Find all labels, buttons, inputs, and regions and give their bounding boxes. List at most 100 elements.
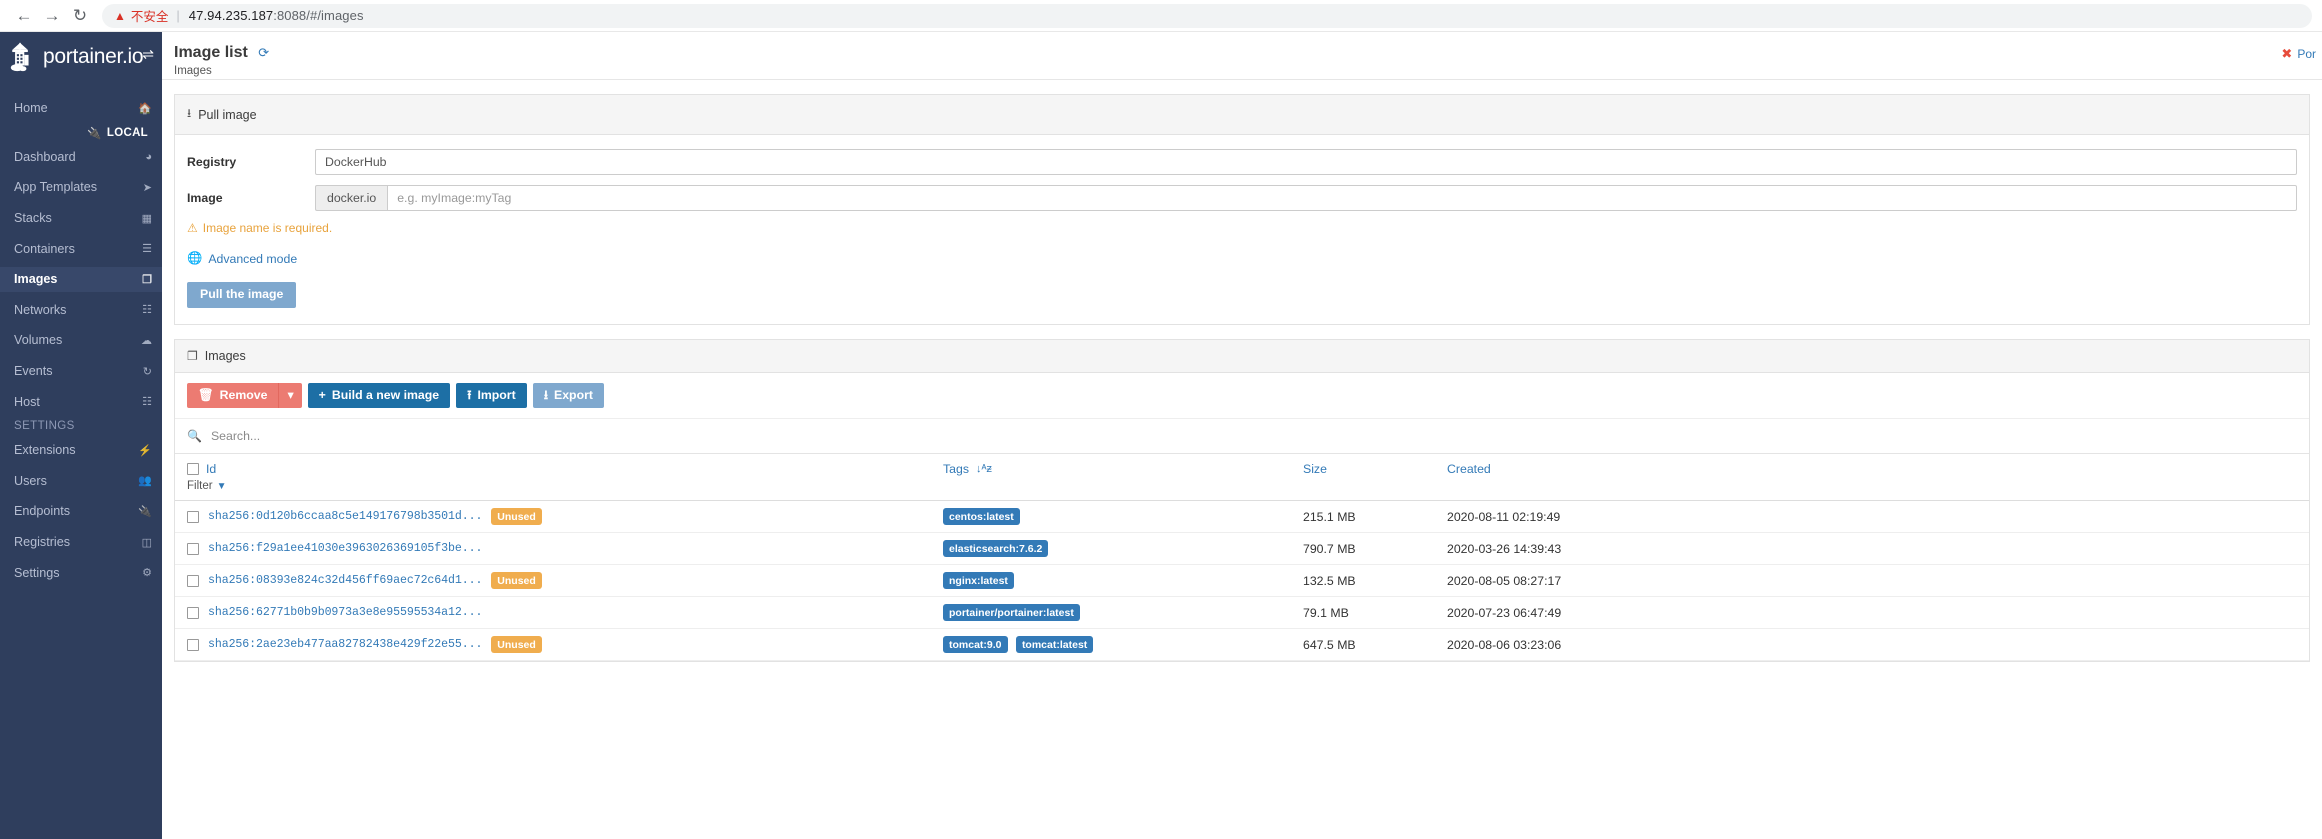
cell-created: 2020-07-23 06:47:49 xyxy=(1447,597,2309,629)
column-header-size[interactable]: Size xyxy=(1303,454,1447,501)
export-label: Export xyxy=(554,389,593,403)
tag-badge[interactable]: nginx:latest xyxy=(943,572,1014,589)
trash-icon: 🗑 xyxy=(198,389,214,403)
id-filter-control[interactable]: Filter ▼ xyxy=(187,480,943,492)
cell-tags: elasticsearch:7.6.2 xyxy=(943,533,1303,565)
image-id-link[interactable]: sha256:f29a1ee41030e3963026369105f3be... xyxy=(208,542,482,555)
sidebar-item-users[interactable]: Users 👥 xyxy=(0,469,162,494)
table-row[interactable]: sha256:08393e824c32d456ff69aec72c64d1...… xyxy=(175,565,2309,597)
remove-button[interactable]: 🗑 Remove xyxy=(187,383,278,409)
browser-toolbar: ← → ↻ ▲ 不安全 | 47.94.235.187:8088/#/image… xyxy=(0,0,2322,32)
registry-select[interactable] xyxy=(315,149,2297,175)
pull-the-image-button[interactable]: Pull the image xyxy=(187,282,296,308)
sidebar-collapse-icon[interactable]: ⇌ xyxy=(142,46,154,63)
image-id-link[interactable]: sha256:0d120b6ccaa8c5e149176798b3501d... xyxy=(208,510,482,523)
sidebar-item-label: Images xyxy=(14,272,57,286)
images-table-head: Id Filter ▼ Tags ↓ᴬᵶ xyxy=(175,454,2309,501)
table-row[interactable]: sha256:f29a1ee41030e3963026369105f3be...… xyxy=(175,533,2309,565)
row-checkbox[interactable] xyxy=(187,607,199,619)
images-icon: ❐ xyxy=(187,349,198,363)
column-header-tags[interactable]: Tags ↓ᴬᵶ xyxy=(943,454,1303,501)
id-header-inner: Id xyxy=(187,462,943,476)
table-row[interactable]: sha256:2ae23eb477aa82782438e429f22e55...… xyxy=(175,629,2309,661)
status-badge: Unused xyxy=(491,572,542,589)
tag-badge[interactable]: tomcat:9.0 xyxy=(943,636,1008,653)
sidebar-item-settings[interactable]: Settings ⚙ xyxy=(0,560,162,585)
image-name-input[interactable] xyxy=(387,185,2297,211)
row-checkbox[interactable] xyxy=(187,639,199,651)
import-button[interactable]: ⭱ Import xyxy=(456,383,527,409)
sidebar-item-containers[interactable]: Containers ☰ xyxy=(0,236,162,261)
sidebar-item-label: Host xyxy=(14,395,40,409)
back-arrow-icon[interactable]: ← xyxy=(10,2,38,30)
sidebar-item-label: Home xyxy=(14,101,48,115)
images-panel-title: Images xyxy=(205,349,246,363)
export-button[interactable]: ⭳ Export xyxy=(533,383,604,409)
brand-logo[interactable]: portainer.io ⇌ xyxy=(0,32,162,82)
address-bar[interactable]: ▲ 不安全 | 47.94.235.187:8088/#/images xyxy=(102,4,2312,28)
sidebar-item-endpoints[interactable]: Endpoints 🔌 xyxy=(0,499,162,524)
networks-icon: ☷ xyxy=(142,303,152,316)
sidebar-item-label: Settings xyxy=(14,566,60,580)
image-id-link[interactable]: sha256:08393e824c32d456ff69aec72c64d1... xyxy=(208,574,482,587)
sidebar-item-app-templates[interactable]: App Templates ➤ xyxy=(0,175,162,200)
images-table: Id Filter ▼ Tags ↓ᴬᵶ xyxy=(175,454,2309,661)
header-user-area[interactable]: ✖ Por xyxy=(2281,46,2316,62)
row-checkbox[interactable] xyxy=(187,511,199,523)
pull-image-panel: ⭳ Pull image Registry Image xyxy=(174,94,2310,325)
logout-icon[interactable]: ✖ xyxy=(2281,46,2292,62)
sidebar-item-volumes[interactable]: Volumes ☁ xyxy=(0,328,162,353)
search-icon: 🔍 xyxy=(187,429,202,443)
advanced-mode-toggle[interactable]: 🌐 Advanced mode xyxy=(175,251,309,266)
warning-triangle-icon: ⚠ xyxy=(187,221,198,235)
sidebar-item-extensions[interactable]: Extensions ⚡ xyxy=(0,438,162,463)
remove-dropdown-button[interactable]: ▾ xyxy=(278,383,301,409)
tags-header-inner: Tags ↓ᴬᵶ xyxy=(943,462,1303,476)
validation-text: Image name is required. xyxy=(203,221,332,235)
plus-icon: + xyxy=(319,389,326,403)
column-header-created[interactable]: Created xyxy=(1447,454,2309,501)
image-id-link[interactable]: sha256:2ae23eb477aa82782438e429f22e55... xyxy=(208,638,482,651)
cell-tags: tomcat:9.0 tomcat:latest xyxy=(943,629,1303,661)
gear-icon: ⚙ xyxy=(142,566,152,579)
sidebar: portainer.io ⇌ Home 🏠 🔌 LOCAL Dashboard … xyxy=(0,32,162,839)
cell-tags: centos:latest xyxy=(943,501,1303,533)
sidebar-item-networks[interactable]: Networks ☷ xyxy=(0,298,162,323)
image-name-validation: ⚠ Image name is required. xyxy=(175,221,2309,235)
image-form-row: Image docker.io xyxy=(175,185,2309,211)
sidebar-item-images[interactable]: Images ❐ xyxy=(0,267,162,292)
table-row[interactable]: sha256:62771b0b9b0973a3e8e95595534a12...… xyxy=(175,597,2309,629)
sidebar-item-home[interactable]: Home 🏠 xyxy=(0,96,162,121)
reload-icon[interactable]: ↻ xyxy=(66,2,94,30)
registry-form-row: Registry xyxy=(175,149,2309,175)
tag-badge[interactable]: portainer/portainer:latest xyxy=(943,604,1080,621)
search-input[interactable] xyxy=(211,429,2297,443)
brand-name: portainer.io xyxy=(43,45,143,69)
address-bar-url: 47.94.235.187:8088/#/images xyxy=(189,8,364,23)
registry-label: Registry xyxy=(187,155,315,169)
not-secure-warning-icon: ▲ xyxy=(114,9,126,23)
tag-badge[interactable]: elasticsearch:7.6.2 xyxy=(943,540,1048,557)
build-new-image-button[interactable]: + Build a new image xyxy=(308,383,450,409)
id-cell-inner: sha256:f29a1ee41030e3963026369105f3be... xyxy=(187,542,943,555)
tag-badge[interactable]: centos:latest xyxy=(943,508,1020,525)
main-content: Image list ⟳ Images ✖ Por ⭳ Pull image R… xyxy=(162,32,2322,839)
refresh-icon[interactable]: ⟳ xyxy=(258,45,269,61)
row-checkbox[interactable] xyxy=(187,543,199,555)
sidebar-item-registries[interactable]: Registries ◫ xyxy=(0,530,162,555)
plug-icon: 🔌 xyxy=(138,505,152,518)
sidebar-item-events[interactable]: Events ↻ xyxy=(0,359,162,384)
sidebar-item-host[interactable]: Host ☷ xyxy=(0,389,162,414)
forward-arrow-icon[interactable]: → xyxy=(38,2,66,30)
image-id-link[interactable]: sha256:62771b0b9b0973a3e8e95595534a12... xyxy=(208,606,482,619)
pull-image-panel-body: Registry Image docker.io xyxy=(175,135,2309,324)
sidebar-item-dashboard[interactable]: Dashboard ◕ xyxy=(0,145,162,170)
events-icon: ↻ xyxy=(143,365,152,378)
table-row[interactable]: sha256:0d120b6ccaa8c5e149176798b3501d...… xyxy=(175,501,2309,533)
sidebar-item-stacks[interactable]: Stacks ▦ xyxy=(0,206,162,231)
select-all-checkbox[interactable] xyxy=(187,463,199,475)
row-checkbox[interactable] xyxy=(187,575,199,587)
tag-badge[interactable]: tomcat:latest xyxy=(1016,636,1093,653)
column-header-id[interactable]: Id Filter ▼ xyxy=(175,454,943,501)
tags-header-label: Tags xyxy=(943,462,969,476)
